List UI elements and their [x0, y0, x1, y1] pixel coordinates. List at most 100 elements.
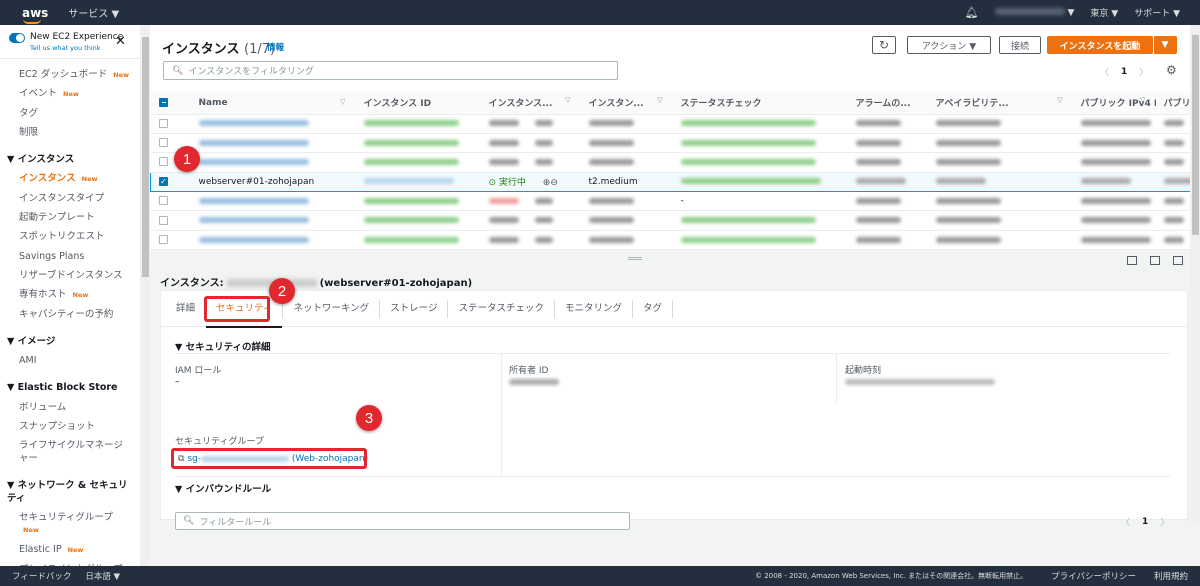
security-details-heading[interactable]: ▼ セキュリティの詳細	[175, 339, 271, 353]
column-header[interactable]: ステータスチェック	[672, 92, 848, 115]
split-view-icon[interactable]	[1127, 256, 1137, 265]
sidebar-item[interactable]: Savings Plans	[0, 247, 140, 266]
table-row[interactable]	[150, 133, 1191, 154]
main-scrollbar[interactable]	[1190, 25, 1200, 522]
column-header[interactable]: パブリ	[1155, 92, 1191, 115]
privacy-link[interactable]: プライバシーポリシー	[1051, 570, 1136, 582]
new-experience-toggle[interactable]	[9, 33, 25, 43]
column-header[interactable]: Name ▽	[190, 92, 356, 115]
sort-icon[interactable]: ▽	[1057, 96, 1062, 104]
column-header[interactable]: アラームの...	[847, 92, 928, 115]
side-view-icon[interactable]	[1150, 256, 1160, 265]
account-menu[interactable]: ▼	[994, 7, 1074, 18]
row-checkbox[interactable]: ✓	[150, 171, 191, 193]
row-checkbox[interactable]	[150, 230, 191, 251]
column-header[interactable]: インスタン... ▽	[580, 92, 673, 115]
sidebar-item-label: EC2 ダッシュボード	[19, 69, 108, 80]
sidebar-item[interactable]: インスタンス New	[0, 169, 140, 188]
row-checkbox[interactable]	[150, 191, 191, 212]
feedback-link[interactable]: フィードバック	[12, 570, 71, 582]
region-menu[interactable]: 東京 ▼	[1090, 6, 1118, 19]
next-page-icon[interactable]: 〉	[1160, 515, 1169, 528]
inbound-rules-heading[interactable]: ▼ インバウンドルール	[175, 481, 271, 495]
sidebar-item[interactable]: インスタンスタイプ	[0, 189, 140, 208]
sidebar-item[interactable]: スナップショット	[0, 417, 140, 436]
sidebar-item[interactable]: ▼ インスタンス	[0, 150, 140, 169]
support-menu[interactable]: サポート ▼	[1134, 6, 1180, 19]
table-row[interactable]: -	[150, 191, 1191, 212]
cell	[355, 210, 481, 231]
sidebar-item[interactable]: AMI	[0, 351, 140, 370]
column-header[interactable]: インスタンス ID	[355, 92, 481, 115]
zoom-icon[interactable]: ⊕⊖	[543, 178, 558, 188]
cell: -	[672, 191, 848, 212]
sidebar-item[interactable]: ▼ Elastic Block Store	[0, 378, 140, 397]
launch-instance-button[interactable]: インスタンスを起動	[1047, 36, 1153, 54]
tab[interactable]: ストレージ	[380, 299, 449, 318]
tab[interactable]: ステータスチェック	[448, 299, 555, 318]
tab[interactable]: 詳細	[166, 299, 207, 318]
column-header[interactable]: インスタンス... ▽	[480, 92, 581, 115]
instance-filter-input[interactable]: 🔍︎ インスタンスをフィルタリング	[163, 61, 618, 80]
sidebar-item[interactable]: タグ	[0, 104, 140, 123]
gear-icon[interactable]: ⚙	[1166, 63, 1177, 77]
column-header[interactable]: パブリック IPv4 DNS▽	[1072, 92, 1156, 115]
sort-icon[interactable]: ▽	[1140, 96, 1145, 104]
connect-button[interactable]: 接続	[999, 36, 1041, 54]
instance-id[interactable]	[355, 171, 481, 193]
info-link[interactable]: 情報	[267, 41, 284, 53]
sidebar-item[interactable]: Elastic IP New	[0, 540, 140, 559]
table-row[interactable]	[150, 230, 1191, 251]
select-all-checkbox[interactable]	[150, 92, 191, 115]
services-menu[interactable]: サービス ▼	[68, 5, 119, 20]
close-icon[interactable]: ✕	[115, 34, 126, 49]
cell	[580, 230, 673, 251]
sidebar-item[interactable]: 制限	[0, 123, 140, 142]
sidebar-item[interactable]: ▼ イメージ	[0, 332, 140, 351]
terms-link[interactable]: 利用規約	[1154, 570, 1188, 582]
column-header[interactable]: アベイラビリテ... ▽	[927, 92, 1073, 115]
feedback-link[interactable]: Tell us what you think	[30, 44, 101, 52]
sidebar-item[interactable]: リザーブドインスタンス	[0, 266, 140, 285]
next-page-icon[interactable]: 〉	[1139, 65, 1148, 78]
row-checkbox[interactable]	[150, 210, 191, 231]
sidebar-item[interactable]: ボリューム	[0, 398, 140, 417]
sidebar-item[interactable]: セキュリティグループ New	[0, 508, 140, 540]
table-row[interactable]	[150, 152, 1191, 173]
tab[interactable]: ネットワーキング	[283, 299, 381, 318]
row-checkbox[interactable]	[150, 114, 191, 134]
cell	[190, 210, 356, 231]
sidebar-item[interactable]: EC2 ダッシュボード New	[0, 65, 140, 84]
launch-dropdown-button[interactable]: ▼	[1153, 36, 1177, 54]
cell	[1072, 133, 1156, 154]
prev-page-icon[interactable]: 〈	[1100, 65, 1109, 78]
sidebar-item[interactable]: 専有ホスト New	[0, 285, 140, 304]
column-label: ステータスチェック	[680, 99, 762, 110]
sort-icon[interactable]: ▽	[657, 96, 662, 104]
table-row[interactable]: ✓ webserver#01-zohojapan ⊙ 実行中 ⊕⊖ t2.medium	[150, 171, 1191, 193]
table-row[interactable]	[150, 210, 1191, 231]
bell-icon[interactable]: 🔔︎	[965, 6, 979, 19]
language-select[interactable]: 日本語 ▼	[85, 570, 120, 582]
tab[interactable]: モニタリング	[555, 299, 634, 318]
tab[interactable]: タグ	[633, 299, 674, 318]
actions-button[interactable]: アクション ▼	[907, 36, 991, 54]
sidebar-item[interactable]: ▼ ネットワーク & セキュリティ	[0, 476, 140, 508]
table-row[interactable]	[150, 114, 1191, 134]
sort-icon[interactable]: ▽	[340, 98, 345, 106]
page-number: 1	[1142, 516, 1149, 527]
aws-logo[interactable]: aws	[22, 6, 48, 24]
full-view-icon[interactable]	[1173, 256, 1183, 265]
sort-icon[interactable]: ▽	[565, 96, 570, 104]
sidebar-item[interactable]: 起動テンプレート	[0, 208, 140, 227]
rule-filter-input[interactable]: 🔍︎ フィルタールール	[175, 512, 630, 530]
sidebar-scrollbar[interactable]	[140, 25, 150, 566]
sidebar-item[interactable]: ライフサイクルマネージャー	[0, 436, 140, 468]
prev-page-icon[interactable]: 〈	[1121, 515, 1130, 528]
resize-handle[interactable]	[628, 257, 642, 260]
sidebar-item[interactable]: スポットリクエスト	[0, 227, 140, 246]
sidebar-item[interactable]: キャパシティーの予約	[0, 305, 140, 324]
refresh-button[interactable]: ↻	[872, 36, 896, 54]
sidebar-item[interactable]: イベント New	[0, 84, 140, 103]
new-badge: New	[67, 546, 84, 555]
